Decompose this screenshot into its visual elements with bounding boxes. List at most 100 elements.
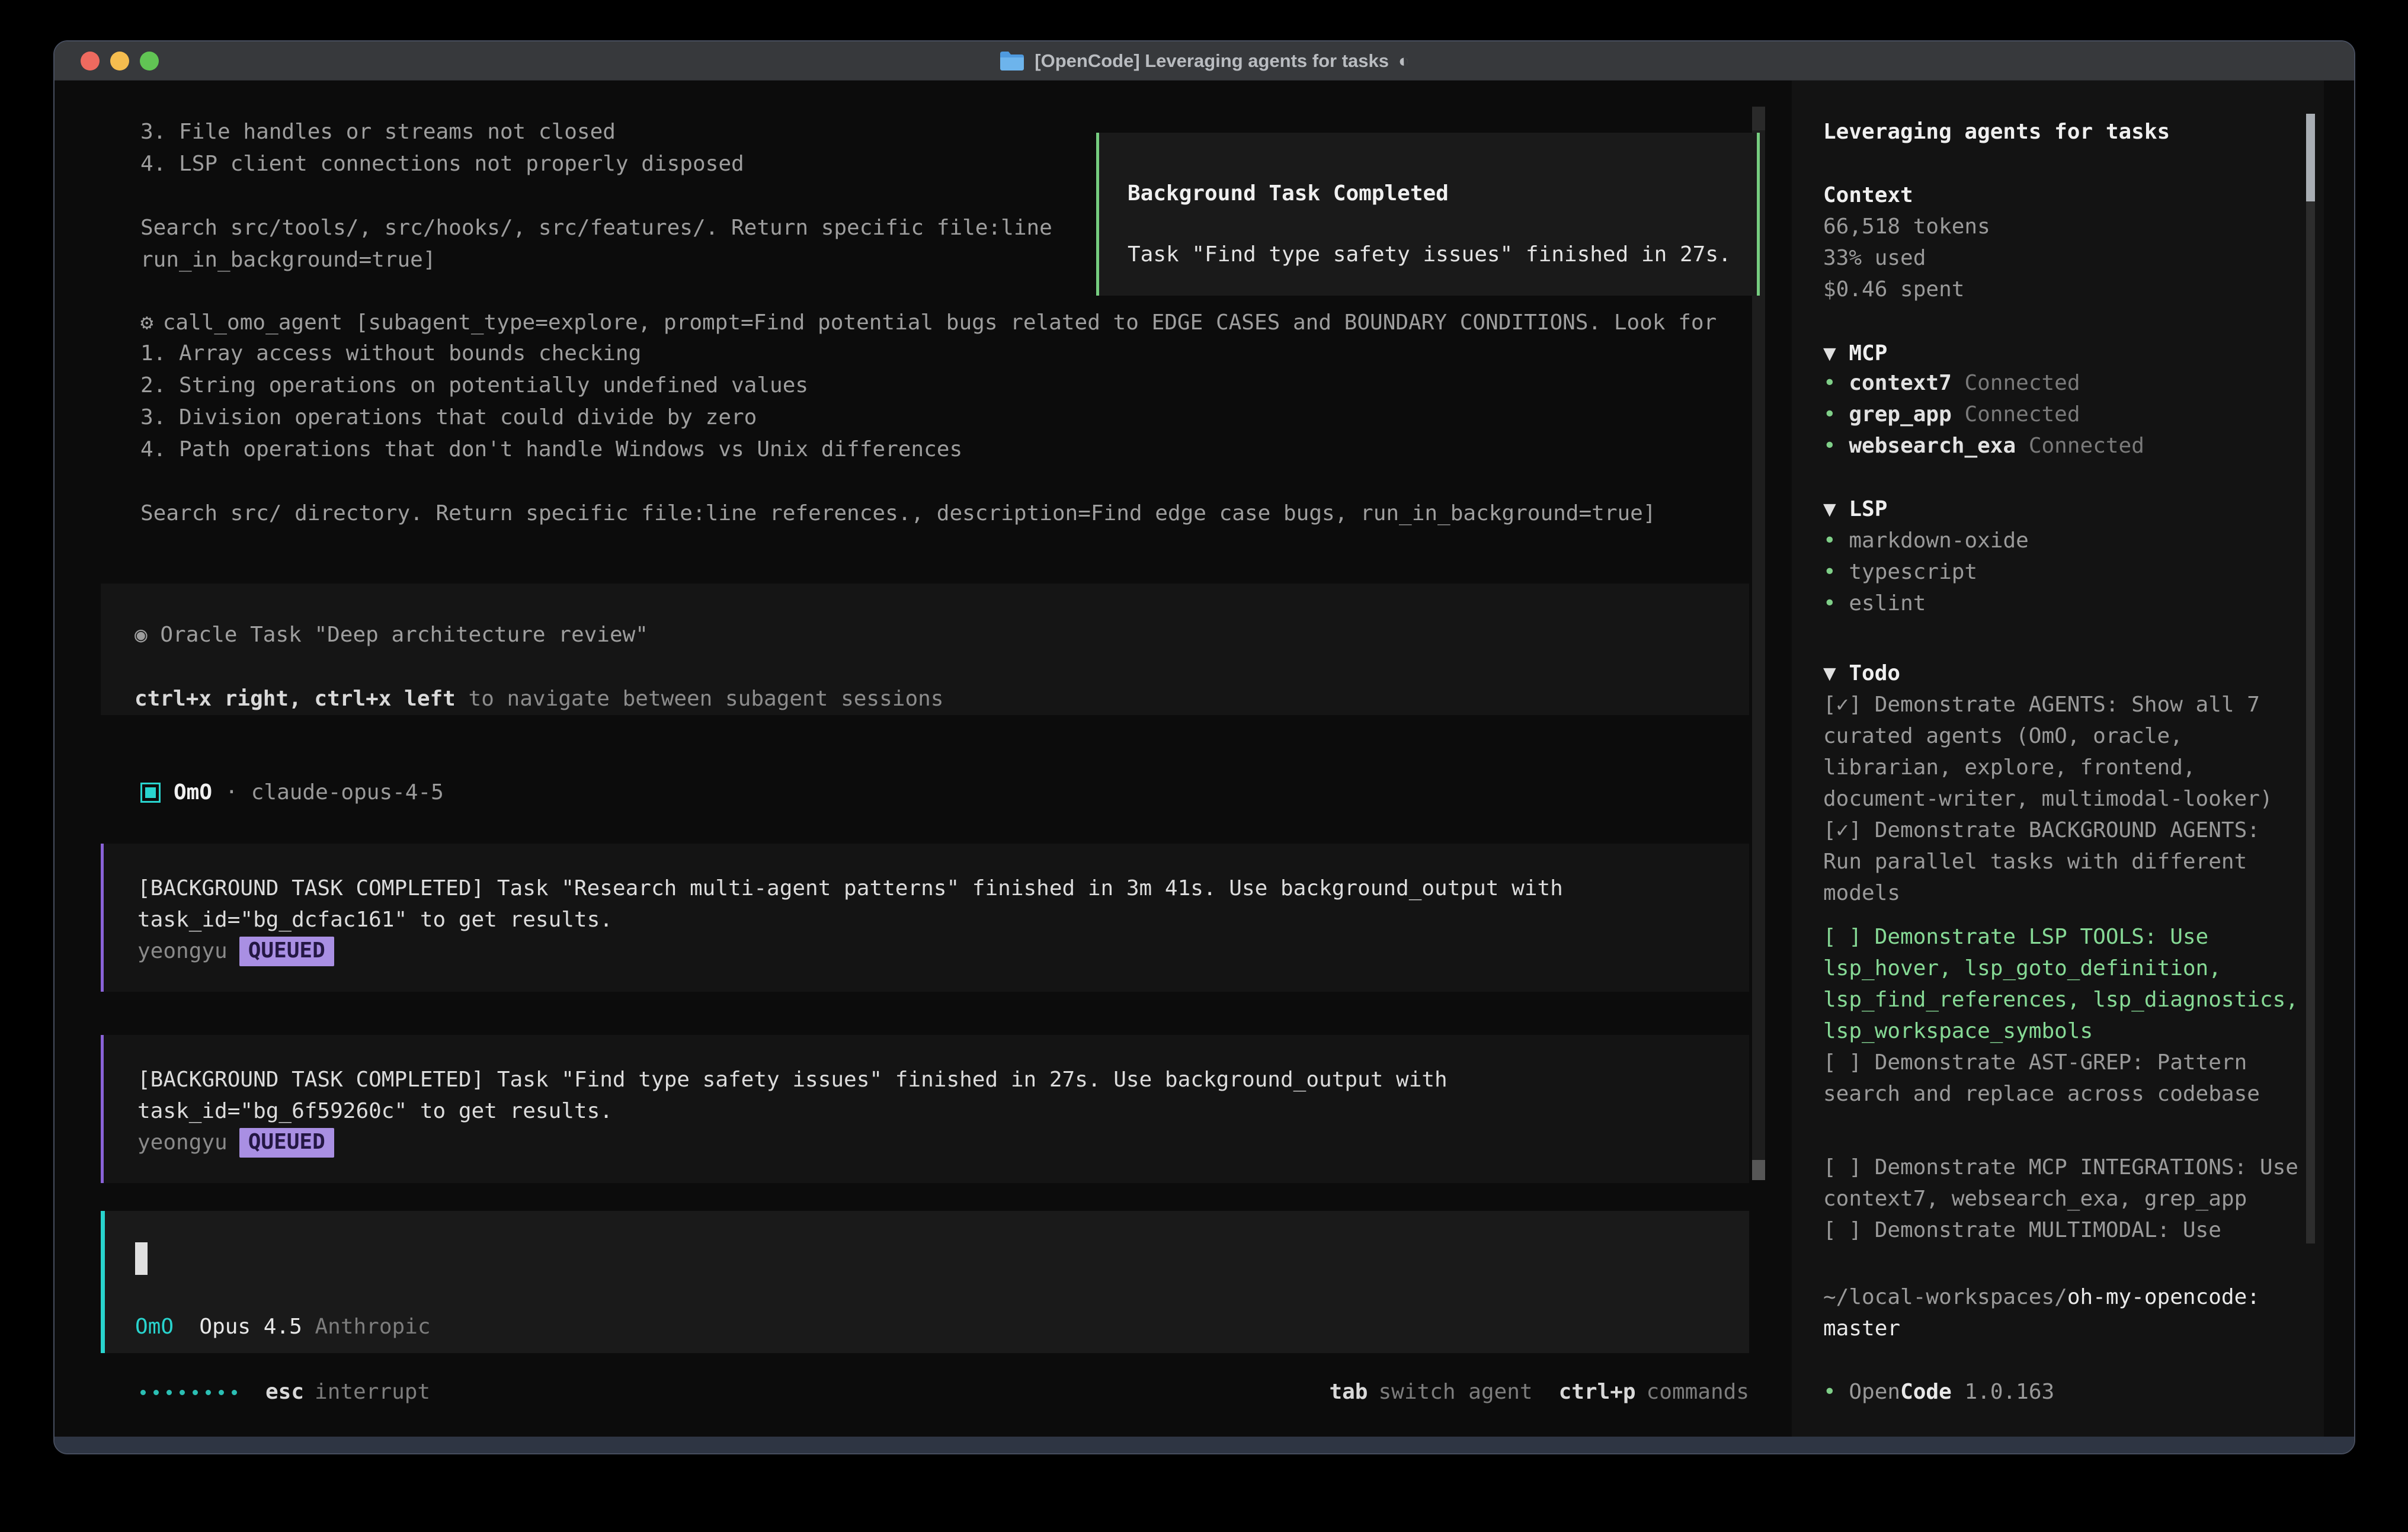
ctrlp-key-hint: ctrl+p bbox=[1559, 1376, 1636, 1408]
main-scrollbar-thumb[interactable] bbox=[1752, 1160, 1765, 1180]
model-indicator: OmO Opus 4.5 Anthropic bbox=[135, 1311, 431, 1343]
bullet-icon: • bbox=[1823, 560, 1836, 584]
tab-key-label: switch agent bbox=[1378, 1376, 1532, 1408]
mcp-item: • context7 Connected bbox=[1823, 367, 2299, 399]
lsp-header-label: LSP bbox=[1849, 497, 1887, 521]
status-badge: QUEUED bbox=[239, 1128, 334, 1158]
tab-key-hint: tab bbox=[1329, 1376, 1368, 1408]
oracle-task-box: ◉ Oracle Task "Deep architecture review"… bbox=[101, 584, 1749, 715]
status-badge: QUEUED bbox=[239, 937, 334, 966]
todo-header-label: Todo bbox=[1849, 661, 1900, 685]
terminal-line bbox=[140, 180, 1052, 212]
terminal-window: [OpenCode] Leveraging agents for tasks ◐… bbox=[53, 40, 2355, 1454]
terminal-line: 3. File handles or streams not closed bbox=[140, 116, 1052, 148]
bullet-icon: • bbox=[1823, 591, 1836, 616]
agent-model: claude-opus-4-5 bbox=[251, 777, 444, 809]
titlebar: [OpenCode] Leveraging agents for tasks ◐ bbox=[55, 41, 2354, 81]
status-bar: esc interrupt tab switch agent ctrl+p co… bbox=[140, 1376, 1749, 1408]
tool-call-line: ⚙ call_omo_agent [subagent_type=explore,… bbox=[140, 307, 1717, 339]
context-header: Context bbox=[1823, 180, 2299, 211]
sidebar-scrollbar-thumb[interactable] bbox=[2306, 114, 2315, 201]
subagent-nav-hint: ctrl+x right, ctrl+x left to navigate be… bbox=[135, 683, 1749, 715]
task-author: yeongyu bbox=[137, 939, 228, 963]
mcp-item: • grep_app Connected bbox=[1823, 399, 2299, 430]
terminal-line: 4. LSP client connections not properly d… bbox=[140, 148, 1052, 180]
triangle-down-icon[interactable]: ▼ bbox=[1823, 341, 1836, 366]
mcp-item-status: Connected bbox=[2029, 434, 2144, 458]
model-name: Opus 4.5 bbox=[199, 1315, 302, 1339]
main-scrollbar-cap bbox=[1752, 107, 1765, 130]
agent-icon bbox=[140, 783, 161, 803]
agent-name: OmO bbox=[174, 777, 212, 809]
mcp-header: ▼ MCP bbox=[1823, 338, 2299, 369]
app-version: • OpenCode 1.0.163 bbox=[1823, 1376, 2299, 1408]
workspace-path: ~/local-workspaces/oh-my-opencode: maste… bbox=[1823, 1281, 2299, 1344]
todo-list: [✓] Demonstrate AGENTS: Show all 7 curat… bbox=[1823, 689, 2299, 1246]
todo-item: [ ] Demonstrate AST-GREP: Pattern search… bbox=[1823, 1047, 2299, 1110]
todo-header: ▼ Todo bbox=[1823, 658, 2299, 689]
text-cursor bbox=[135, 1242, 148, 1275]
lsp-item: • markdown-oxide bbox=[1823, 525, 2299, 556]
task-meta: yeongyu QUEUED bbox=[137, 935, 1749, 967]
task-line-1: [BACKGROUND TASK COMPLETED] Task "Resear… bbox=[137, 873, 1749, 904]
context-stat-line: 66,518 tokens bbox=[1823, 211, 2299, 242]
agent-short-name: OmO bbox=[135, 1315, 174, 1339]
model-provider: Anthropic bbox=[315, 1315, 430, 1339]
terminal-line: Search src/ directory. Return specific f… bbox=[140, 498, 1656, 530]
agent-header: OmO · claude-opus-4-5 bbox=[140, 777, 444, 809]
mcp-item-name: websearch_exa bbox=[1849, 434, 2016, 458]
sidebar-scrollbar[interactable] bbox=[2306, 114, 2315, 1243]
terminal-line: Search src/tools/, src/hooks/, src/featu… bbox=[140, 212, 1052, 244]
oracle-task-title: ◉ Oracle Task "Deep architecture review" bbox=[135, 619, 1749, 651]
task-author: yeongyu bbox=[137, 1130, 228, 1155]
app-version-number: 1.0.163 bbox=[1964, 1380, 2054, 1404]
task-line-2: task_id="bg_6f59260c" to get results. bbox=[137, 1095, 1749, 1127]
lsp-item-name: markdown-oxide bbox=[1849, 528, 2028, 553]
window-title: [OpenCode] Leveraging agents for tasks ◐ bbox=[55, 41, 2354, 81]
workspace-path-dim: ~/local-workspaces/ bbox=[1823, 1285, 2067, 1309]
app-name-dim: Open bbox=[1849, 1380, 1900, 1404]
background-task-notification: Background Task Completed Task "Find typ… bbox=[1096, 133, 1760, 296]
bullet-icon: • bbox=[1823, 528, 1836, 553]
context-stats: 66,518 tokens33% used$0.46 spent bbox=[1823, 211, 2299, 305]
task-block-list: [BACKGROUND TASK COMPLETED] Task "Resear… bbox=[101, 844, 1749, 1226]
oracle-task-label: Oracle Task "Deep architecture review" bbox=[160, 623, 648, 647]
task-meta: yeongyu QUEUED bbox=[137, 1127, 1749, 1158]
notification-body: Task "Find type safety issues" finished … bbox=[1128, 239, 1757, 271]
mcp-item: • websearch_exa Connected bbox=[1823, 430, 2299, 461]
terminal-line: 2. String operations on potentially unde… bbox=[140, 370, 1656, 402]
hint-text: to navigate between subagent sessions bbox=[456, 687, 944, 711]
mcp-item-name: context7 bbox=[1849, 371, 1951, 395]
task-line-2: task_id="bg_dcfac161" to get results. bbox=[137, 904, 1749, 935]
mcp-item-name: grep_app bbox=[1849, 402, 1951, 427]
terminal-line: 1. Array access without bounds checking bbox=[140, 338, 1656, 370]
context-stat-line: 33% used bbox=[1823, 242, 2299, 274]
terminal-line: run_in_background=true] bbox=[140, 244, 1052, 276]
triangle-down-icon[interactable]: ▼ bbox=[1823, 497, 1836, 521]
prompt-input[interactable]: OmO Opus 4.5 Anthropic bbox=[101, 1211, 1749, 1353]
session-title: Leveraging agents for tasks bbox=[1823, 116, 2299, 148]
terminal-line: 4. Path operations that don't handle Win… bbox=[140, 434, 1656, 466]
window-title-text: [OpenCode] Leveraging agents for tasks bbox=[1035, 50, 1389, 72]
terminal-line: 3. Division operations that could divide… bbox=[140, 402, 1656, 434]
folder-icon bbox=[999, 50, 1025, 72]
notification-title: Background Task Completed bbox=[1128, 178, 1757, 210]
separator-dot: · bbox=[225, 777, 238, 809]
lsp-item-name: typescript bbox=[1849, 560, 1977, 584]
sidebar: Leveraging agents for tasks Context 66,5… bbox=[1792, 81, 2324, 1438]
app-name-bold: Code bbox=[1900, 1380, 1952, 1404]
todo-item: [ ] Demonstrate LSP TOOLS: Use lsp_hover… bbox=[1823, 921, 2299, 1047]
triangle-down-icon[interactable]: ▼ bbox=[1823, 661, 1836, 685]
terminal-line bbox=[140, 466, 1656, 498]
task-block: [BACKGROUND TASK COMPLETED] Task "Resear… bbox=[101, 844, 1749, 992]
bullet-icon: • bbox=[1823, 1380, 1836, 1404]
todo-item: [ ] Demonstrate MCP INTEGRATIONS: Use co… bbox=[1823, 1152, 2299, 1214]
window-footer-strip bbox=[55, 1437, 2354, 1454]
hint-keys: ctrl+x right, ctrl+x left bbox=[135, 687, 456, 711]
mcp-item-status: Connected bbox=[1964, 402, 2080, 427]
lsp-item: • eslint bbox=[1823, 588, 2299, 619]
todo-item: [✓] Demonstrate BACKGROUND AGENTS: Run p… bbox=[1823, 815, 2299, 909]
scrollback-text: 3. File handles or streams not closed4. … bbox=[140, 116, 1052, 276]
gear-icon: ⚙ bbox=[140, 307, 153, 339]
bullet-icon: • bbox=[1823, 434, 1836, 458]
